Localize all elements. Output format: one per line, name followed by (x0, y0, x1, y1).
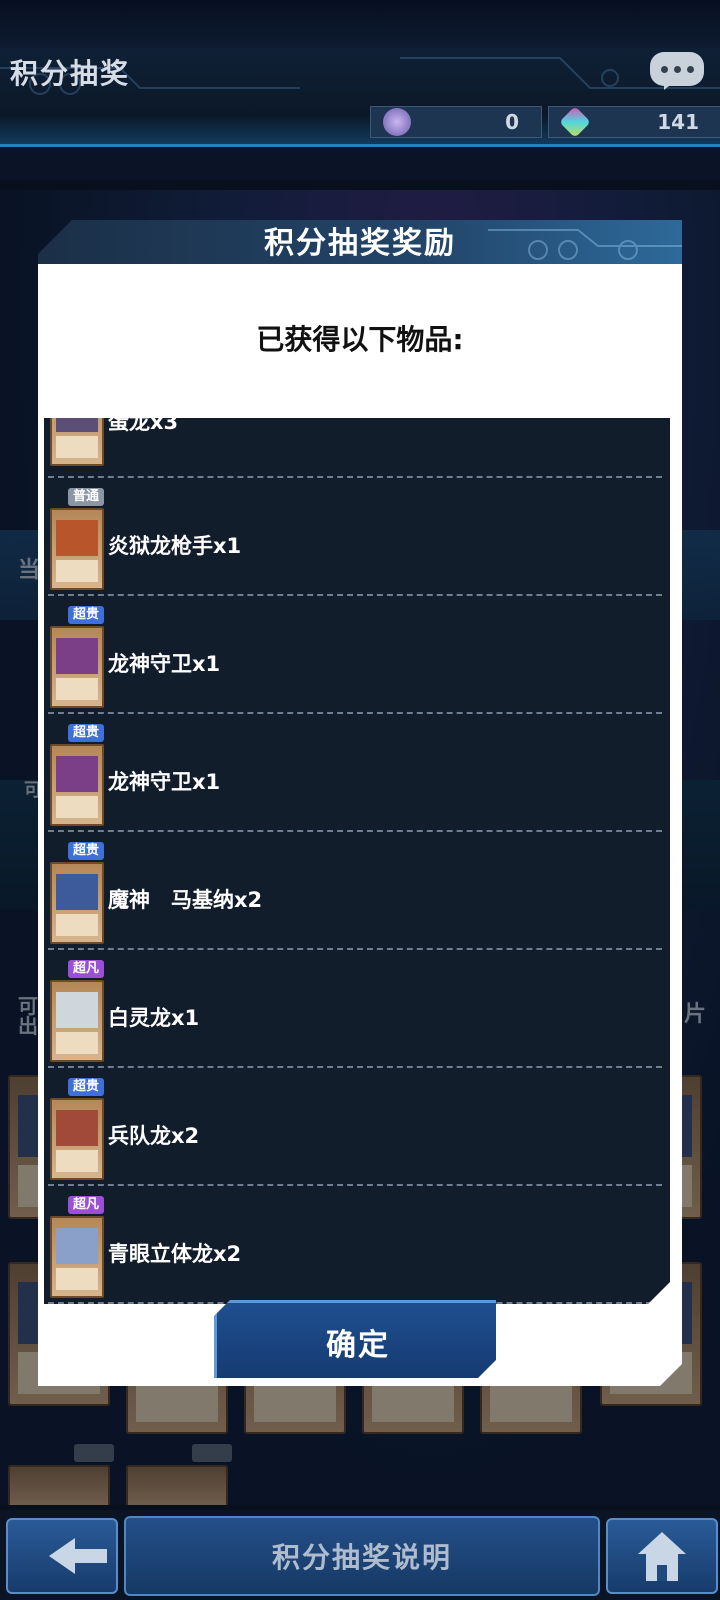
points-value: 0 (505, 110, 519, 134)
list-item: 蛋龙x3 (44, 418, 670, 472)
dialog-body: 已获得以下物品: 蛋龙x3 普通 炎狱龙枪手x1 超贵 龙神守卫x1 超贵 龙神… (38, 264, 682, 1386)
item-name: 蛋龙x3 (108, 418, 179, 434)
list-item: 超贵 兵队龙x2 (44, 1068, 670, 1186)
card-thumbnail (50, 626, 104, 708)
back-button[interactable] (6, 1518, 118, 1594)
dialog-subtitle: 已获得以下物品: (256, 323, 464, 356)
points-coin-icon (383, 108, 411, 136)
rarity-badge: 超凡 (68, 1196, 104, 1214)
list-item: 普通 炎狱龙枪手x1 (44, 478, 670, 596)
gems-value: 141 (657, 110, 699, 134)
reward-list[interactable]: 蛋龙x3 普通 炎狱龙枪手x1 超贵 龙神守卫x1 超贵 龙神守卫x1 超贵 魔… (44, 418, 670, 1304)
help-button[interactable]: 积分抽奖说明 (124, 1516, 600, 1596)
list-item: 超贵 魔神 马基纳x2 (44, 832, 670, 950)
card-thumbnail (50, 980, 104, 1062)
item-name: 炎狱龙枪手x1 (108, 534, 242, 558)
rarity-badge: 超贵 (68, 724, 104, 742)
card-thumbnail (50, 508, 104, 590)
card-thumbnail (50, 1098, 104, 1180)
page-title: 积分抽奖 (10, 57, 131, 90)
home-icon (638, 1532, 686, 1554)
item-name: 兵队龙x2 (108, 1124, 200, 1148)
rarity-badge: 普通 (68, 488, 104, 506)
item-name: 龙神守卫x1 (108, 652, 221, 676)
list-item: 超凡 白灵龙x1 (44, 950, 670, 1068)
confirm-button[interactable]: 确定 (214, 1300, 496, 1378)
dialog-title: 积分抽奖奖励 (264, 226, 456, 261)
chat-icon-tail (664, 82, 674, 90)
card-art (56, 418, 98, 432)
list-item: 超凡 青眼立体龙x2 (44, 1186, 670, 1304)
item-name: 青眼立体龙x2 (108, 1242, 242, 1266)
list-item: 超贵 龙神守卫x1 (44, 714, 670, 832)
rarity-badge: 超凡 (68, 960, 104, 978)
item-name: 龙神守卫x1 (108, 770, 221, 794)
gems-counter: 141 (548, 106, 720, 138)
points-counter: 0 (370, 106, 542, 138)
gem-icon (559, 106, 591, 138)
reward-dialog: 积分抽奖奖励 已获得以下物品: 蛋龙x3 普通 炎狱龙枪手x1 超贵 龙神守卫x… (38, 220, 682, 1386)
chat-icon[interactable] (650, 52, 704, 86)
list-item: 超贵 龙神守卫x1 (44, 596, 670, 714)
rarity-badge: 超贵 (68, 1078, 104, 1096)
card-thumbnail (50, 744, 104, 826)
rarity-badge: 超贵 (68, 842, 104, 860)
status-strip (0, 0, 720, 48)
item-name: 白灵龙x1 (108, 1006, 200, 1030)
item-name: 魔神 马基纳x2 (108, 888, 263, 912)
card-thumbnail (50, 862, 104, 944)
home-button[interactable] (606, 1518, 718, 1594)
card-thumbnail (50, 418, 104, 466)
card-thumbnail (50, 1216, 104, 1298)
rarity-badge: 超贵 (68, 606, 104, 624)
back-arrow-icon (49, 1538, 107, 1574)
